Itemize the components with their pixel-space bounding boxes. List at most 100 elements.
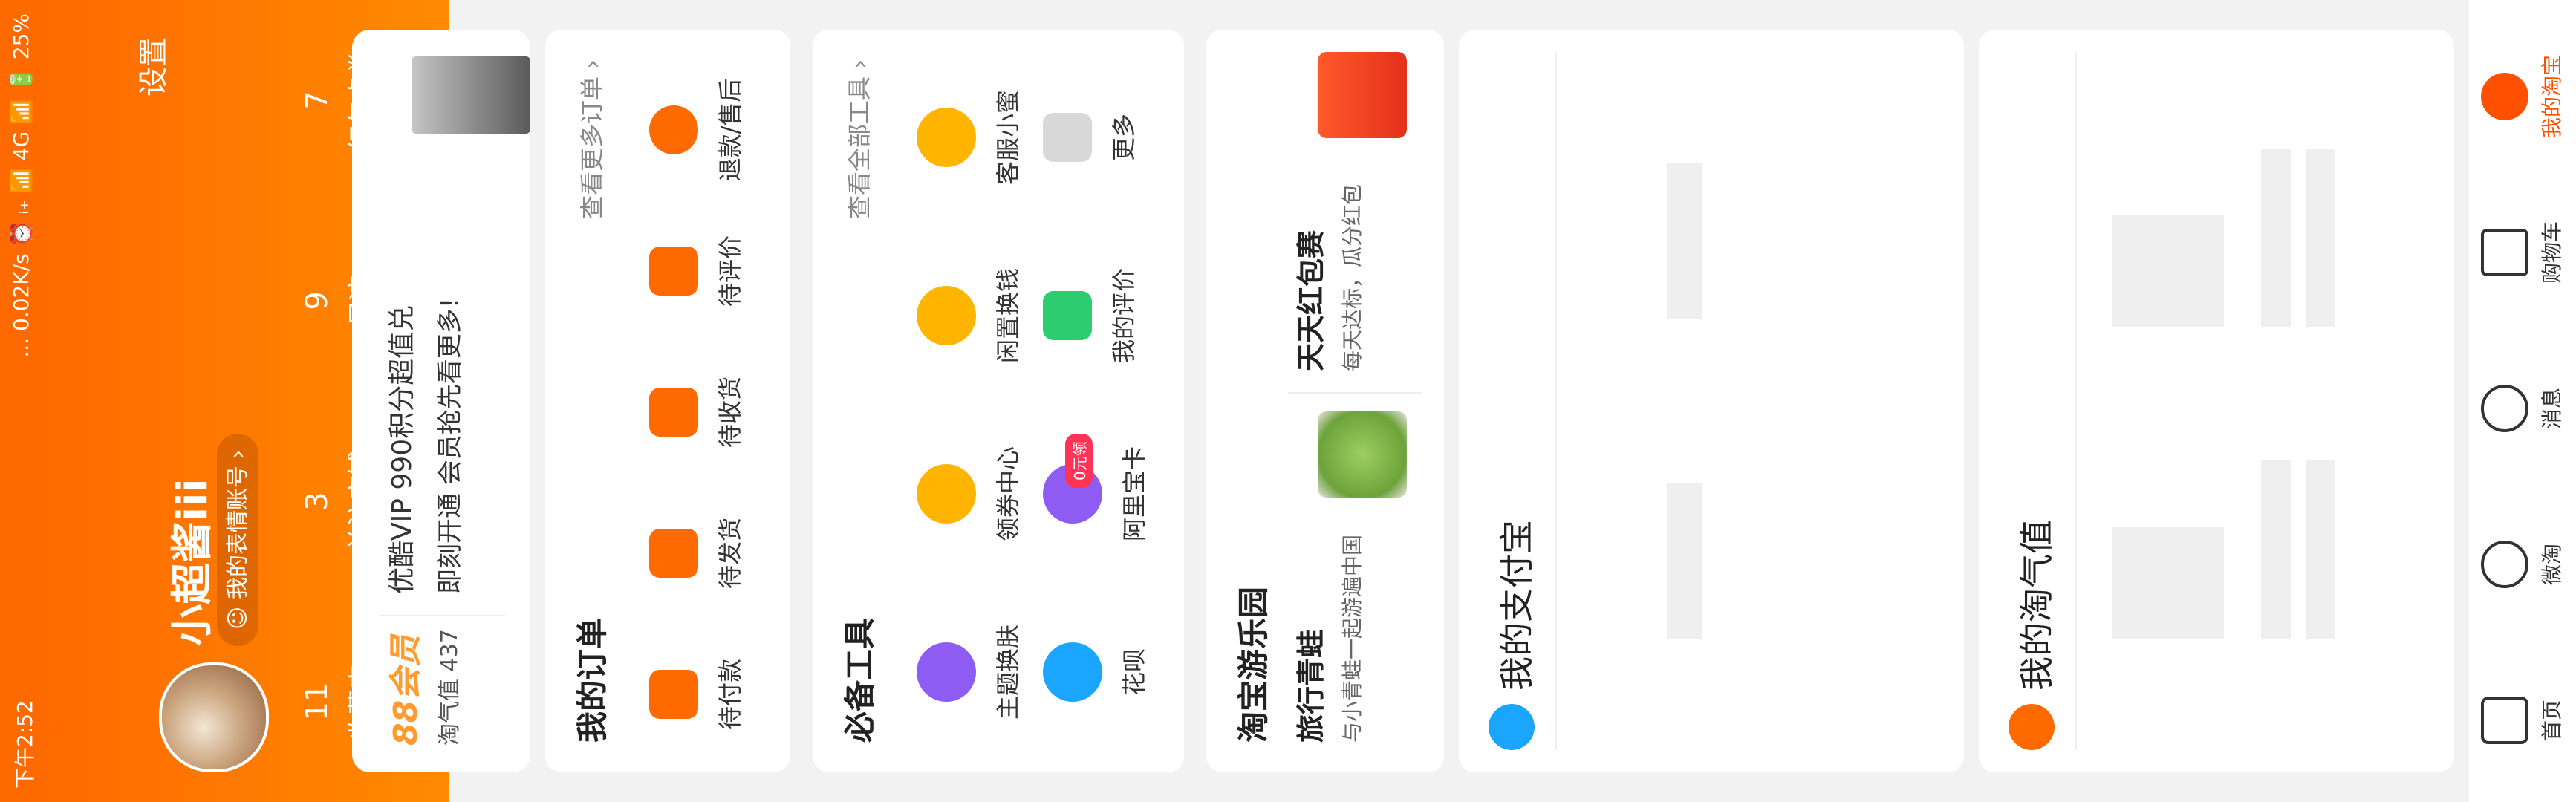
bottom-tab-bar: 首页 微淘 消息 购物车 我的淘宝: [2469, 0, 2576, 802]
order-pending-review[interactable]: 待评价: [649, 200, 746, 342]
tool-label: 花呗: [1120, 648, 1148, 697]
vip-brand: 88会员: [387, 634, 425, 746]
tool-label: 我的评价: [1110, 268, 1138, 364]
vip-points: 淘气值 437: [437, 629, 463, 746]
vip-divider: [379, 615, 505, 616]
tool-my-reviews[interactable]: 我的评价: [1043, 245, 1139, 386]
order-label: 待评价: [716, 235, 744, 307]
order-refund[interactable]: 退款/售后: [649, 59, 746, 200]
tab-label: 首页: [2540, 700, 2564, 742]
tool-simcard[interactable]: 0元领 阿里宝卡: [1043, 423, 1150, 564]
tab-cart[interactable]: 购物车: [2481, 178, 2566, 327]
stat-count: 9: [300, 291, 334, 310]
taoqi-skeleton-line-1: [2261, 460, 2291, 639]
order-pending-payment[interactable]: 待付款: [649, 624, 746, 765]
alipay-icon: [1489, 704, 1535, 750]
tool-label: 更多: [1110, 114, 1138, 162]
tab-label: 购物车: [2540, 221, 2564, 284]
review-icon: [1043, 291, 1092, 340]
palette-icon: [917, 642, 976, 702]
tab-label: 我的淘宝: [2540, 55, 2564, 139]
status-time: 下午2:52: [13, 700, 37, 789]
coupon-icon: [917, 464, 976, 524]
tools-title: 必备工具: [842, 617, 878, 743]
orders-more-link[interactable]: 查看更多订单 ›: [573, 59, 608, 219]
taoqi-title[interactable]: 我的淘气值: [2010, 520, 2059, 691]
settings-button[interactable]: 设置: [129, 37, 172, 97]
tab-home[interactable]: 首页: [2481, 646, 2566, 795]
tools-card: 必备工具 查看全部工具 › 主题换肤 领券中心 闲置换钱 客服小蜜 花呗 0元领…: [813, 30, 1184, 772]
stat-count: 11: [300, 682, 334, 721]
alipay-card: 我的支付宝: [1459, 30, 1964, 772]
taoqi-icon: [2009, 704, 2055, 750]
tool-more[interactable]: 更多: [1043, 67, 1139, 208]
alipay-skeleton-1: [1667, 483, 1702, 639]
emote-account-button[interactable]: ☺ 我的表情账号 ›: [217, 433, 258, 646]
park-divider: [1288, 392, 1422, 394]
yen-icon: [917, 286, 976, 345]
park-card: 淘宝游乐园 旅行青蛙 与小青蛙一起游遍中国 天天红包赛 每天达标，瓜分红包: [1206, 30, 1444, 772]
emote-account-label: 我的表情账号 ›: [224, 449, 251, 600]
message-icon: [2481, 385, 2528, 432]
order-label: 待付款: [716, 659, 744, 731]
huabei-icon: [1043, 642, 1102, 702]
simcard-icon: 0元领: [1043, 434, 1102, 524]
order-pending-receipt[interactable]: 待收货: [649, 342, 746, 483]
status-indicators: ... 0.02K/s ⏰ ᵢ₊ 📶 4G 📶 🔋 25%: [9, 13, 33, 358]
orders-card: 我的订单 查看更多订单 › 待付款 待发货 待收货 待评价 退款/售后: [545, 30, 790, 772]
emote-icon: ☺: [224, 606, 251, 630]
taoqi-card: 我的淘气值: [1979, 30, 2454, 772]
avatar[interactable]: [159, 662, 269, 772]
alipay-skeleton-2: [1667, 163, 1702, 319]
home-icon: [2481, 697, 2528, 744]
tool-label: 客服小蜜: [994, 90, 1022, 186]
orders-title: 我的订单: [574, 617, 611, 743]
park-title: 淘宝游乐园: [1235, 586, 1272, 743]
tab-my-taobao[interactable]: 我的淘宝: [2481, 22, 2566, 171]
username[interactable]: 小超酱iii: [159, 478, 219, 646]
tab-messages[interactable]: 消息: [2481, 334, 2566, 483]
screen-canvas: 下午2:52 ... 0.02K/s ⏰ ᵢ₊ 📶 4G 📶 🔋 25% 设置 …: [0, 0, 2576, 802]
support-icon: [917, 108, 976, 167]
order-label: 待发货: [716, 518, 744, 590]
tool-resell[interactable]: 闲置换钱: [917, 245, 1024, 386]
box-icon: [649, 529, 698, 578]
tool-label: 阿里宝卡: [1120, 446, 1148, 542]
comment-icon: [649, 247, 698, 296]
tool-theme[interactable]: 主题换肤: [917, 602, 1024, 743]
frog-image[interactable]: [1318, 411, 1407, 498]
weitao-icon: [2481, 541, 2528, 588]
taoqi-divider: [2075, 52, 2077, 750]
order-label: 退款/售后: [716, 78, 744, 182]
cart-icon: [2481, 229, 2528, 276]
grid-icon: [1043, 113, 1092, 162]
wallet-icon: [649, 670, 698, 719]
vip-offer-subtitle: 即刻开通 会员抢先看更多!: [435, 298, 465, 594]
stat-count: 7: [300, 91, 334, 110]
stat-count: 3: [300, 492, 334, 511]
tool-label: 闲置换钱: [994, 268, 1022, 364]
tool-coupons[interactable]: 领券中心: [917, 423, 1024, 564]
tool-huabei[interactable]: 花呗: [1043, 602, 1150, 743]
tab-weitao[interactable]: 微淘: [2481, 490, 2566, 639]
order-label: 待收货: [716, 376, 744, 449]
redpacket-image[interactable]: [1318, 52, 1407, 138]
tab-label: 微淘: [2540, 544, 2564, 586]
order-pending-shipment[interactable]: 待发货: [649, 483, 746, 624]
alipay-title[interactable]: 我的支付宝: [1490, 520, 1539, 691]
tool-label: 领券中心: [994, 446, 1022, 542]
tab-label: 消息: [2540, 388, 2564, 430]
simcard-badge: 0元领: [1065, 434, 1093, 488]
status-bar: 下午2:52 ... 0.02K/s ⏰ ᵢ₊ 📶 4G 📶 🔋 25%: [0, 0, 48, 802]
tools-more-link[interactable]: 查看全部工具 ›: [841, 59, 875, 219]
taoqi-skeleton-img-1: [2112, 527, 2224, 639]
taoqi-skeleton-line-3: [2261, 149, 2291, 327]
tool-support[interactable]: 客服小蜜: [917, 67, 1024, 208]
vip-card[interactable]: 88会员 淘气值 437 优酷VIP 990积分超值兑 即刻开通 会员抢先看更多…: [352, 30, 530, 772]
taoqi-skeleton-line-4: [2306, 149, 2335, 327]
profile-icon: [2481, 73, 2528, 120]
vip-offer-title: 优酷VIP 990积分超值兑: [387, 304, 417, 594]
tool-label: 主题换肤: [994, 625, 1022, 720]
alipay-divider: [1555, 52, 1557, 750]
refund-icon: [649, 105, 698, 154]
